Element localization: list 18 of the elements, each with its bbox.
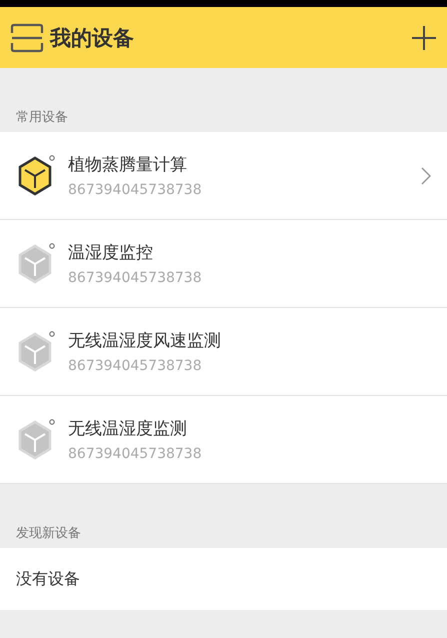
device-name: 植物蒸腾量计算 (68, 154, 188, 176)
device-name: 无线温湿度风速监测 (68, 330, 222, 352)
device-id: 867394045738738 (68, 358, 203, 374)
scan-icon (10, 22, 44, 52)
device-name: 无线温湿度监测 (68, 418, 188, 440)
device-name: 温湿度监控 (68, 242, 154, 264)
page-title: 我的设备 (50, 24, 135, 52)
device-id: 867394045738738 (68, 182, 203, 198)
chevron-icon (421, 166, 431, 184)
scan-button[interactable] (10, 22, 44, 52)
device-id: 867394045738738 (68, 446, 203, 462)
empty-message: 没有设备 (16, 568, 80, 590)
plus-icon (411, 24, 437, 50)
section-title: 发现新设备 (16, 525, 81, 542)
device-row[interactable]: 无线温湿度监测 867394045738738 (0, 396, 447, 484)
add-button[interactable] (411, 24, 437, 50)
device-id: 867394045738738 (68, 270, 203, 286)
section-title: 常用设备 (16, 109, 68, 126)
